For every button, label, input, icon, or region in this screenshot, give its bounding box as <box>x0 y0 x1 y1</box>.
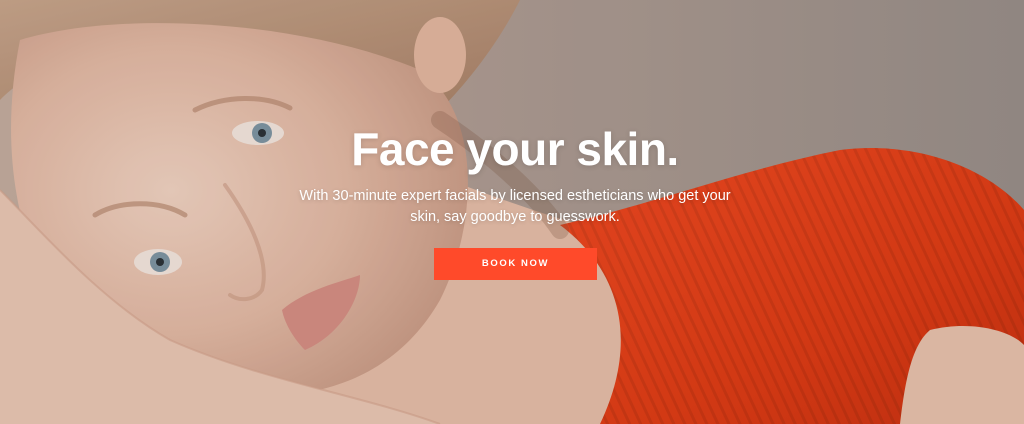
hero-section: Face your skin. With 30-minute expert fa… <box>0 0 1024 424</box>
book-now-button[interactable]: BOOK NOW <box>434 248 597 280</box>
hero-background-image <box>0 0 1024 424</box>
